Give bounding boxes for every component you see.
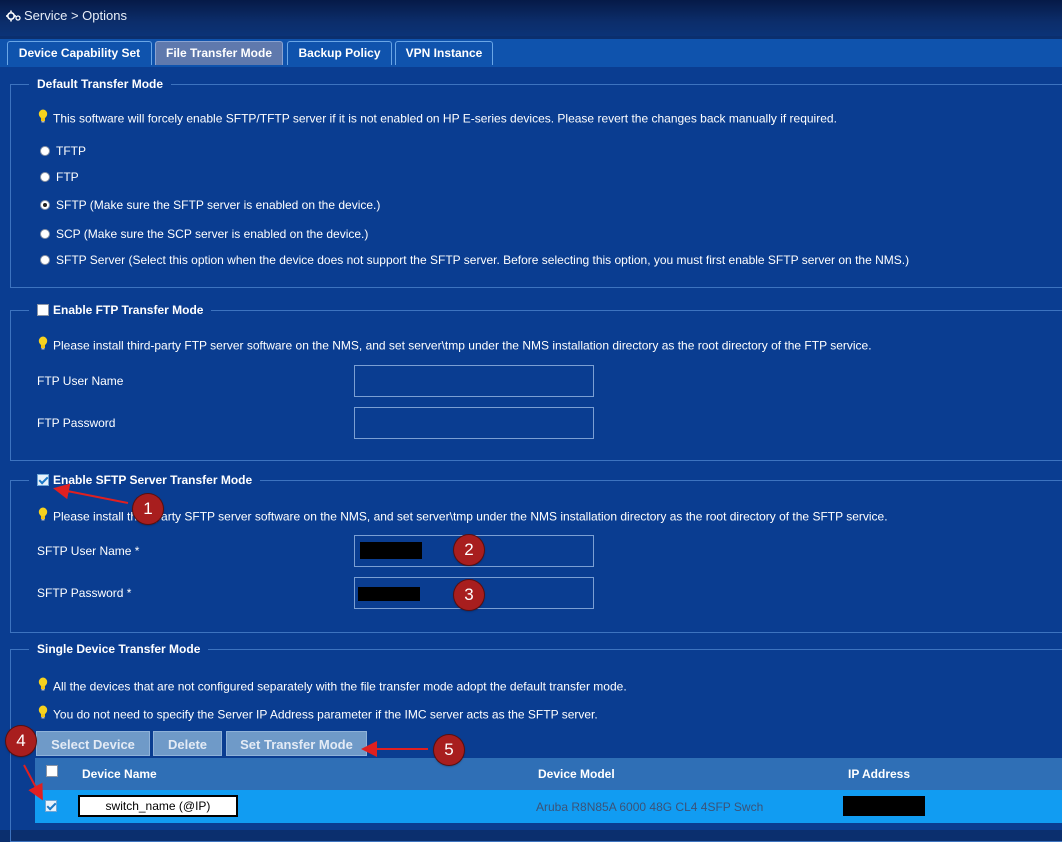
enable-ftp-checkbox[interactable] — [37, 303, 49, 316]
tab-file-transfer-mode[interactable]: File Transfer Mode — [155, 41, 283, 65]
info-note-text: Please install third-party SFTP server s… — [53, 509, 888, 524]
device-model-cell: Aruba R8N85A 6000 48G CL4 4SFP Swch — [536, 800, 764, 814]
lightbulb-icon — [38, 109, 48, 126]
column-header-device-model[interactable]: Device Model — [538, 767, 615, 781]
radio-label: SCP (Make sure the SCP server is enabled… — [56, 227, 369, 241]
main-content: Default Transfer Mode This software will… — [0, 67, 1062, 842]
row-checkbox[interactable] — [45, 800, 57, 812]
table-header: Device Name Device Model IP Address — [35, 758, 1062, 790]
lightbulb-icon — [38, 507, 48, 524]
breadcrumb-bar: Service > Options — [0, 0, 1062, 36]
info-note: All the devices that are not configured … — [38, 677, 627, 696]
radio-option-scp[interactable]: SCP (Make sure the SCP server is enabled… — [40, 227, 368, 241]
lightbulb-icon — [38, 677, 48, 694]
device-name-cell: switch_name (@IP) — [78, 795, 238, 817]
select-device-button[interactable]: Select Device — [36, 731, 150, 756]
tab-device-capability-set[interactable]: Device Capability Set — [7, 41, 152, 65]
annotation-marker: 3 — [454, 580, 484, 610]
info-note: Please install third-party FTP server so… — [38, 336, 872, 355]
sftp-password-label: SFTP Password * — [37, 586, 132, 600]
ftp-user-label: FTP User Name — [37, 374, 124, 388]
section-title[interactable]: Enable FTP Transfer Mode — [29, 303, 211, 317]
radio-option-ftp[interactable]: FTP — [40, 170, 79, 184]
checkbox-label: Enable SFTP Server Transfer Mode — [53, 473, 253, 487]
column-header-ip-address[interactable]: IP Address — [848, 767, 910, 781]
section-title: Default Transfer Mode — [37, 77, 164, 91]
radio-button[interactable] — [40, 171, 50, 182]
radio-option-tftp[interactable]: TFTP — [40, 144, 86, 158]
annotation-marker: 2 — [454, 535, 484, 565]
section-title[interactable]: Enable SFTP Server Transfer Mode — [29, 473, 260, 487]
radio-label: SFTP (Make sure the SFTP server is enabl… — [56, 198, 381, 212]
radio-label: SFTP Server (Select this option when the… — [56, 253, 910, 267]
radio-button[interactable] — [40, 254, 50, 265]
radio-option-sftp[interactable]: SFTP (Make sure the SFTP server is enabl… — [40, 198, 380, 212]
set-transfer-mode-button[interactable]: Set Transfer Mode — [226, 731, 367, 756]
section-title: Single Device Transfer Mode — [37, 642, 201, 656]
radio-button[interactable] — [40, 145, 50, 156]
tab-bar: Device Capability Set File Transfer Mode… — [0, 39, 1062, 67]
tab-backup-policy[interactable]: Backup Policy — [287, 41, 392, 65]
tab-vpn-instance[interactable]: VPN Instance — [395, 41, 493, 65]
info-note-text: All the devices that are not configured … — [53, 679, 627, 694]
info-note-text: You do not need to specify the Server IP… — [53, 707, 598, 722]
redacted-value — [358, 587, 420, 601]
ftp-user-name-field[interactable] — [354, 365, 594, 397]
radio-button[interactable] — [40, 228, 50, 239]
annotation-marker: 5 — [434, 735, 464, 765]
info-note: This software will forcely enable SFTP/T… — [38, 109, 837, 128]
radio-option-sftp-server[interactable]: SFTP Server (Select this option when the… — [40, 253, 909, 267]
radio-label: FTP — [56, 170, 79, 184]
lightbulb-icon — [38, 705, 48, 722]
lightbulb-icon — [38, 336, 48, 353]
annotation-marker: 4 — [6, 726, 36, 756]
info-note: You do not need to specify the Server IP… — [38, 705, 598, 724]
column-header-device-name[interactable]: Device Name — [82, 767, 157, 781]
ip-address-cell — [843, 796, 925, 816]
delete-button[interactable]: Delete — [153, 731, 222, 756]
ftp-password-label: FTP Password — [37, 416, 116, 430]
radio-button[interactable] — [40, 199, 50, 210]
radio-label: TFTP — [56, 144, 86, 158]
info-note: Please install third-party SFTP server s… — [38, 507, 888, 526]
table-row[interactable]: switch_name (@IP) Aruba R8N85A 6000 48G … — [35, 790, 1062, 823]
breadcrumb: Service > Options — [24, 8, 127, 23]
info-note-text: Please install third-party FTP server so… — [53, 338, 872, 353]
redacted-value — [360, 542, 422, 559]
annotation-marker: 1 — [133, 494, 163, 524]
gear-icon — [6, 9, 22, 26]
ftp-password-field[interactable] — [354, 407, 594, 439]
info-note-text: This software will forcely enable SFTP/T… — [53, 111, 837, 126]
sftp-user-label: SFTP User Name * — [37, 544, 140, 558]
select-all-checkbox[interactable] — [46, 765, 58, 777]
checkbox-label: Enable FTP Transfer Mode — [53, 303, 204, 317]
enable-sftp-checkbox[interactable] — [37, 473, 49, 486]
